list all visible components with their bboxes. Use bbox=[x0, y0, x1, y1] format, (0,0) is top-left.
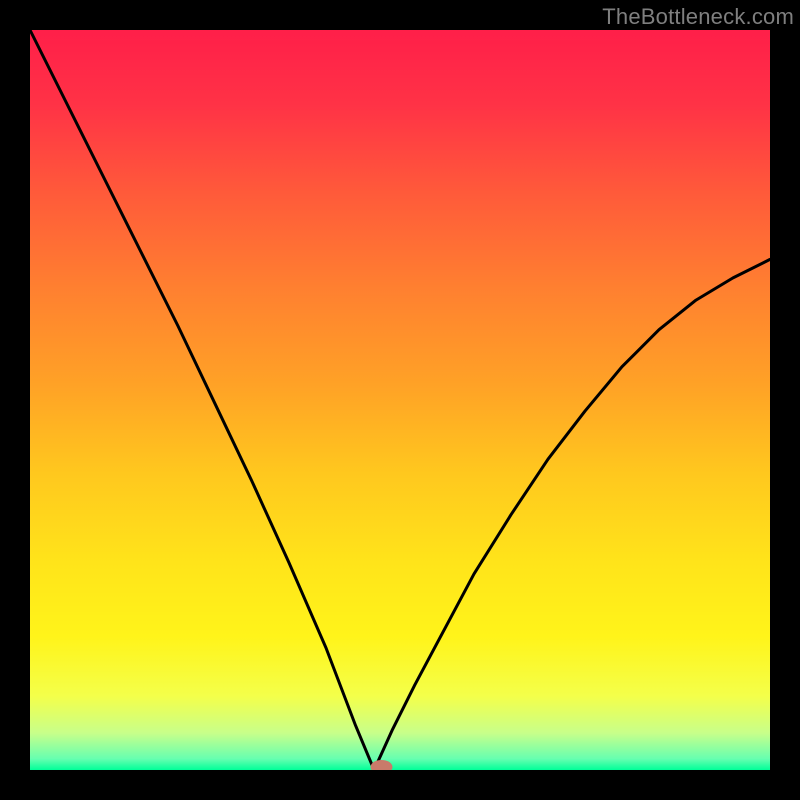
frame-bottom bbox=[0, 770, 800, 800]
chart-container: { "watermark": "TheBottleneck.com", "gra… bbox=[0, 0, 800, 800]
bottleneck-chart bbox=[0, 0, 800, 800]
gradient-background bbox=[30, 30, 770, 770]
frame-left bbox=[0, 0, 30, 800]
watermark-text: TheBottleneck.com bbox=[602, 4, 794, 30]
frame-right bbox=[770, 0, 800, 800]
